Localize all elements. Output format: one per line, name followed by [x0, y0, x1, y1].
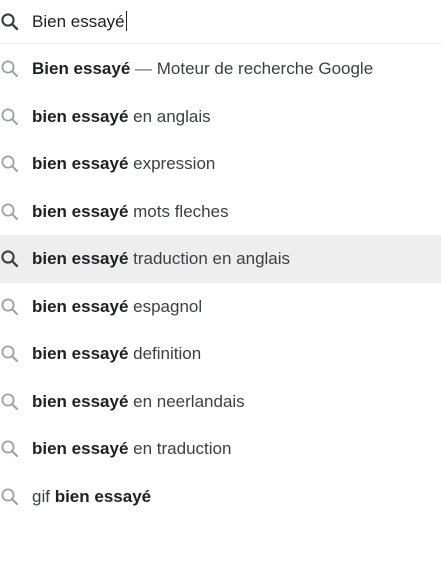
suggestion-text: bien essayé expression [32, 152, 215, 176]
suggestion-match: bien essayé [32, 154, 129, 173]
suggestion-completion: mots fleches [133, 201, 229, 221]
suggestion-match: bien essayé [32, 344, 129, 363]
suggestion-item[interactable]: Bien essayé — Moteur de recherche Google [0, 45, 441, 93]
text-cursor [125, 11, 127, 31]
suggestion-completion: en anglais [133, 106, 211, 126]
suggestion-match: bien essayé [54, 486, 152, 506]
suggestion-completion: en traduction [133, 439, 232, 458]
suggestion-completion: espagnol [133, 296, 203, 316]
suggestion-list: Bien essayé — Moteur de recherche Google… [0, 45, 441, 520]
suggestion-completion: expression [133, 154, 216, 173]
suggestion-completion: traduction en anglais [133, 249, 291, 268]
search-icon [0, 12, 20, 32]
search-icon [0, 297, 20, 317]
suggestion-item[interactable]: bien essayé en neerlandais [0, 378, 441, 426]
search-icon [0, 59, 20, 79]
suggestion-item[interactable]: bien essayé en anglais [0, 93, 441, 141]
search-icon [0, 439, 20, 459]
suggestion-item[interactable]: bien essayé mots fleches [0, 188, 441, 236]
suggestion-match: bien essayé [32, 106, 129, 126]
suggestion-text: gif bien essayé [32, 485, 151, 509]
search-icon [0, 107, 20, 127]
suggestion-item[interactable]: bien essayé definition [0, 330, 441, 378]
suggestion-item[interactable]: gif bien essayé [0, 473, 441, 521]
search-bar[interactable]: Bien essayé [0, 0, 441, 44]
suggestion-text: bien essayé en anglais [32, 105, 211, 129]
suggestion-item[interactable]: bien essayé en traduction [0, 425, 441, 473]
suggestion-text: bien essayé definition [32, 342, 201, 366]
suggestion-text: Bien essayé — Moteur de recherche Google [32, 57, 373, 81]
suggestion-text: bien essayé traduction en anglais [32, 247, 290, 271]
suggestion-match: Bien essayé [32, 59, 131, 78]
search-icon [0, 392, 20, 412]
suggestion-completion: en neerlandais [133, 391, 245, 411]
suggestion-separator: — [135, 59, 153, 78]
suggestion-item[interactable]: bien essayé traduction en anglais [0, 235, 441, 283]
suggestion-item[interactable]: bien essayé espagnol [0, 283, 441, 331]
suggestion-prefix: gif [32, 486, 50, 506]
suggestion-match: bien essayé [32, 296, 129, 316]
search-query-text: Bien essayé [32, 12, 125, 31]
search-icon [0, 344, 20, 364]
search-input[interactable]: Bien essayé [32, 10, 127, 34]
search-icon [0, 202, 20, 222]
suggestion-completion: definition [133, 344, 202, 363]
suggestion-match: bien essayé [32, 201, 129, 221]
suggestion-completion: Moteur de recherche Google [156, 59, 374, 78]
suggestion-text: bien essayé en neerlandais [32, 390, 245, 414]
suggestion-match: bien essayé [32, 391, 129, 411]
search-icon [0, 249, 20, 269]
suggestion-text: bien essayé mots fleches [32, 200, 229, 224]
suggestion-match: bien essayé [32, 439, 129, 458]
search-icon [0, 154, 20, 174]
search-icon [0, 487, 20, 507]
suggestion-text: bien essayé espagnol [32, 295, 202, 319]
suggestion-text: bien essayé en traduction [32, 437, 231, 461]
suggestion-match: bien essayé [32, 249, 129, 268]
suggestion-item[interactable]: bien essayé expression [0, 140, 441, 188]
